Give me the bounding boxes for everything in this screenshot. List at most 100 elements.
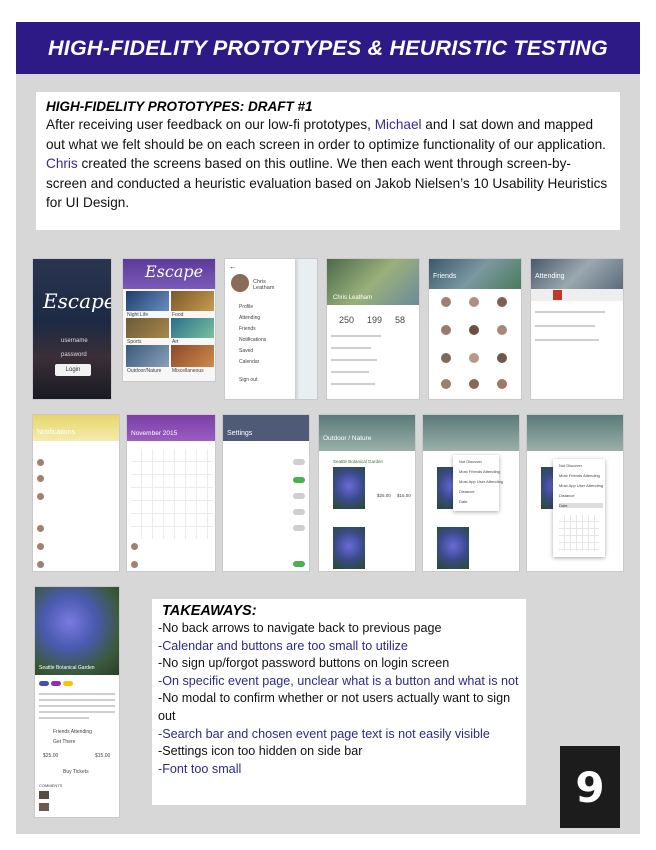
tile-misc-image[interactable] bbox=[171, 345, 214, 367]
intro-box: HIGH-FIDELITY PROTOTYPES: DRAFT #1 After… bbox=[36, 92, 620, 230]
calendar-header bbox=[127, 415, 215, 441]
dropdown-option[interactable]: Most Friends Attending bbox=[559, 473, 600, 478]
calendar-grid[interactable] bbox=[131, 449, 213, 539]
title-banner: HIGH-FIDELITY PROTOTYPES & HEURISTIC TES… bbox=[16, 22, 640, 74]
sort-dropdown[interactable]: Not Discover Most Friends Attending Most… bbox=[453, 455, 503, 511]
back-arrow-icon[interactable]: ← bbox=[229, 262, 237, 271]
friend-avatar[interactable] bbox=[497, 379, 507, 389]
dropdown-option[interactable]: Not Discover bbox=[459, 459, 482, 464]
tile-art-image[interactable] bbox=[171, 318, 214, 338]
screen-home: Escape Night Life Food Sports Art Outdoo… bbox=[122, 258, 216, 382]
login-button-label[interactable]: Login bbox=[55, 364, 91, 376]
tile-nightlife-image[interactable] bbox=[126, 291, 169, 311]
toggle-switch[interactable] bbox=[293, 509, 305, 515]
friend-avatar[interactable] bbox=[441, 297, 451, 307]
friend-avatar[interactable] bbox=[497, 297, 507, 307]
description-line bbox=[39, 699, 115, 701]
tag-chip[interactable] bbox=[39, 681, 49, 686]
friend-avatar[interactable] bbox=[497, 353, 507, 363]
event-image[interactable] bbox=[333, 527, 365, 569]
info-line bbox=[331, 347, 371, 349]
tile-outdoor-image[interactable] bbox=[126, 345, 169, 367]
event-image[interactable] bbox=[437, 527, 469, 569]
friend-avatar[interactable] bbox=[469, 353, 479, 363]
page-title: HIGH-FIDELITY PROTOTYPES & HEURISTIC TES… bbox=[48, 35, 608, 60]
dropdown-option[interactable]: Most App User Attending bbox=[459, 479, 503, 484]
takeaway-item: -No back arrows to navigate back to prev… bbox=[158, 621, 442, 635]
notification-avatar bbox=[37, 543, 44, 550]
takeaways-title: TAKEAWAYS: bbox=[162, 603, 257, 619]
info-line bbox=[331, 371, 369, 373]
date-picker-grid[interactable] bbox=[559, 515, 599, 551]
notification-avatar bbox=[37, 475, 44, 482]
tile-food-image[interactable] bbox=[171, 291, 214, 311]
screen-settings: Settings bbox=[222, 414, 310, 572]
toggle-switch[interactable] bbox=[293, 459, 305, 465]
menu-item-notifications[interactable]: Notifications bbox=[239, 337, 266, 343]
settings-header bbox=[223, 415, 309, 441]
tag-chip[interactable] bbox=[63, 681, 73, 686]
takeaway-item: -Font too small bbox=[158, 761, 242, 776]
dropdown-option[interactable]: Date bbox=[459, 499, 467, 504]
screen-event-detail: Seattle Botanical Garden Friends Attendi… bbox=[34, 586, 120, 818]
buy-tickets-button[interactable]: Buy Tickets bbox=[63, 769, 89, 775]
friend-avatar[interactable] bbox=[469, 297, 479, 307]
outdoor-title: Outdoor / Nature bbox=[323, 435, 372, 442]
event-price-alt: $15.00 bbox=[397, 493, 411, 498]
calendar-title: November 2015 bbox=[131, 430, 178, 437]
comments-label: COMMENTS bbox=[39, 783, 63, 788]
description-line bbox=[39, 705, 115, 707]
menu-item-attending[interactable]: Attending bbox=[239, 315, 260, 321]
comment-thumb bbox=[39, 803, 49, 811]
friends-attending-label[interactable]: Friends Attending bbox=[53, 729, 92, 735]
toggle-switch[interactable] bbox=[293, 561, 305, 567]
event-image[interactable] bbox=[333, 467, 365, 509]
takeaway-item: -Calendar and buttons are too small to u… bbox=[158, 638, 408, 653]
event-detail-title: Seattle Botanical Garden bbox=[39, 665, 95, 671]
screen-side-menu: ← Chris Leatham Profile Attending Friend… bbox=[224, 258, 318, 400]
menu-item-friends[interactable]: Friends bbox=[239, 326, 256, 332]
dropdown-option[interactable]: Distance bbox=[459, 489, 475, 494]
detail-price: $25.00 bbox=[43, 753, 59, 759]
tile-nightlife-label: Night Life bbox=[127, 312, 149, 318]
toggle-switch[interactable] bbox=[293, 525, 305, 531]
event-hero-image bbox=[35, 587, 119, 675]
tile-sports-image[interactable] bbox=[126, 318, 169, 338]
login-username-field[interactable]: username bbox=[61, 338, 88, 344]
toggle-switch[interactable] bbox=[293, 493, 305, 499]
dropdown-option[interactable]: Most Friends Attending bbox=[459, 469, 500, 474]
friend-avatar[interactable] bbox=[469, 379, 479, 389]
dropdown-option[interactable]: Distance bbox=[559, 493, 575, 498]
stat-2: 199 bbox=[367, 315, 383, 325]
takeaway-item: -No modal to confirm whether or not user… bbox=[158, 691, 511, 723]
login-password-field[interactable]: password bbox=[61, 352, 87, 358]
tile-outdoor-label: Outdoor/Nature bbox=[127, 368, 162, 374]
dropdown-option[interactable]: Most App User Attending bbox=[559, 483, 603, 488]
tag-chip[interactable] bbox=[51, 681, 61, 686]
friend-avatar[interactable] bbox=[441, 353, 451, 363]
notification-avatar bbox=[37, 525, 44, 532]
dropdown-option[interactable]: Date bbox=[559, 503, 603, 508]
get-there-label[interactable]: Get There bbox=[53, 739, 75, 745]
dropdown-option[interactable]: Not Discover bbox=[559, 463, 582, 468]
friend-avatar[interactable] bbox=[441, 325, 451, 335]
intro-heading: HIGH-FIDELITY PROTOTYPES: DRAFT #1 bbox=[46, 99, 313, 114]
friends-title: Friends bbox=[433, 273, 457, 280]
friend-avatar[interactable] bbox=[497, 325, 507, 335]
info-line bbox=[331, 359, 377, 361]
tile-food-label: Food bbox=[172, 312, 184, 318]
screen-notifications: Notifications bbox=[32, 414, 120, 572]
menu-item-saved[interactable]: Saved bbox=[239, 348, 253, 354]
toggle-switch[interactable] bbox=[293, 477, 305, 483]
takeaway-item: -On specific event page, unclear what is… bbox=[158, 673, 519, 688]
menu-item-calendar[interactable]: Calendar bbox=[239, 359, 259, 365]
info-line bbox=[331, 383, 375, 385]
selected-date[interactable] bbox=[553, 290, 562, 300]
menu-item-profile[interactable]: Profile bbox=[239, 304, 253, 310]
sort-dropdown[interactable]: Not Discover Most Friends Attending Most… bbox=[553, 459, 605, 557]
friend-avatar[interactable] bbox=[469, 325, 479, 335]
menu-item-signout[interactable]: Sign out bbox=[239, 377, 257, 383]
calendar-strip[interactable] bbox=[531, 289, 623, 301]
friend-avatar[interactable] bbox=[441, 379, 451, 389]
outdoor-header bbox=[527, 415, 623, 451]
